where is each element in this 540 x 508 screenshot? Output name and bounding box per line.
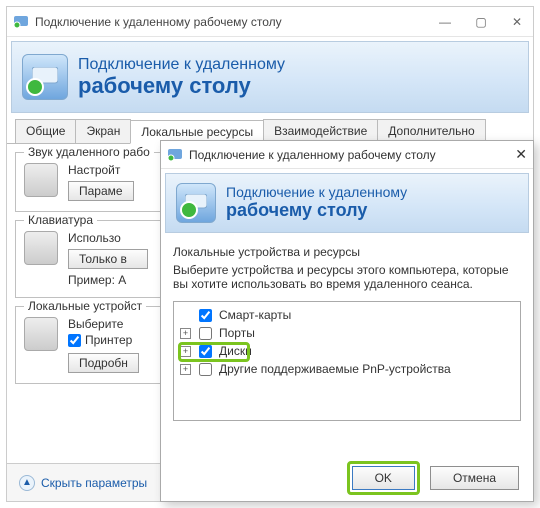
smartcards-checkbox[interactable] xyxy=(199,309,212,322)
keyboard-icon xyxy=(24,231,58,265)
tree-row-pnp[interactable]: + Другие поддерживаемые PnP-устройства xyxy=(180,360,514,378)
expand-icon[interactable]: + xyxy=(180,346,191,357)
drives-label: Диски xyxy=(219,344,252,358)
dialog-banner-line2: рабочему столу xyxy=(226,201,407,221)
ports-checkbox[interactable] xyxy=(199,327,212,340)
pnp-checkbox[interactable] xyxy=(199,363,212,376)
drives-checkbox[interactable] xyxy=(199,345,212,358)
dialog-banner: Подключение к удаленному рабочему столу xyxy=(165,173,529,233)
speaker-icon xyxy=(24,163,58,197)
smartcards-label: Смарт-карты xyxy=(219,308,291,322)
rdp-banner-icon xyxy=(176,183,216,223)
dialog-footer: OK Отмена xyxy=(161,455,533,501)
devices-more-button[interactable]: Подробн xyxy=(68,353,139,373)
hide-options-toggle[interactable]: ▲ Скрыть параметры xyxy=(19,475,147,491)
group-devices-title: Локальные устройст xyxy=(24,299,146,313)
banner-line1: Подключение к удаленному xyxy=(78,56,285,74)
hide-options-label: Скрыть параметры xyxy=(41,476,147,490)
dialog-description: Выберите устройства и ресурсы этого комп… xyxy=(173,263,521,291)
expand-icon[interactable]: + xyxy=(180,364,191,375)
main-titlebar: Подключение к удаленному рабочему столу … xyxy=(7,7,533,37)
cancel-button[interactable]: Отмена xyxy=(430,466,519,490)
ports-label: Порты xyxy=(219,326,255,340)
dialog-titlebar: Подключение к удаленному рабочему столу … xyxy=(161,141,533,169)
audio-settings-button[interactable]: Параме xyxy=(68,181,134,201)
group-audio-title: Звук удаленного рабо xyxy=(24,145,154,159)
close-button[interactable]: ✕ xyxy=(507,15,527,29)
main-title: Подключение к удаленному рабочему столу xyxy=(35,15,282,29)
tab-display[interactable]: Экран xyxy=(75,119,131,143)
dialog-content: Локальные устройства и ресурсы Выберите … xyxy=(161,233,533,427)
keyboard-mode-dropdown[interactable]: Только в xyxy=(68,249,148,269)
local-resources-dialog: Подключение к удаленному рабочему столу … xyxy=(160,140,534,502)
devices-icon xyxy=(24,317,58,351)
dialog-close-button[interactable]: ✕ xyxy=(515,146,527,163)
device-tree[interactable]: Смарт-карты + Порты + Диски + Другие под… xyxy=(173,301,521,421)
minimize-button[interactable]: — xyxy=(435,15,455,29)
tree-row-drives[interactable]: + Диски xyxy=(180,342,514,360)
dialog-banner-line1: Подключение к удаленному xyxy=(226,185,407,200)
pnp-label: Другие поддерживаемые PnP-устройства xyxy=(219,362,451,376)
expand-icon[interactable]: + xyxy=(180,328,191,339)
chevron-up-icon: ▲ xyxy=(19,475,35,491)
main-banner: Подключение к удаленному рабочему столу xyxy=(11,41,529,113)
printers-label: Принтер xyxy=(85,333,132,347)
rdp-banner-icon xyxy=(22,54,68,100)
printers-checkbox[interactable] xyxy=(68,334,81,347)
group-keyboard-title: Клавиатура xyxy=(24,213,97,227)
highlight-ok: OK xyxy=(347,461,420,495)
maximize-button[interactable]: ▢ xyxy=(471,15,491,29)
ok-button[interactable]: OK xyxy=(352,466,415,490)
tree-row-ports[interactable]: + Порты xyxy=(180,324,514,342)
tree-row-smartcards[interactable]: Смарт-карты xyxy=(180,306,514,324)
tab-general[interactable]: Общие xyxy=(15,119,76,143)
dialog-section-header: Локальные устройства и ресурсы xyxy=(173,245,521,259)
rdp-icon xyxy=(167,147,183,163)
rdp-icon xyxy=(13,14,29,30)
banner-line2: рабочему столу xyxy=(78,74,285,98)
dialog-title: Подключение к удаленному рабочему столу xyxy=(189,148,436,162)
